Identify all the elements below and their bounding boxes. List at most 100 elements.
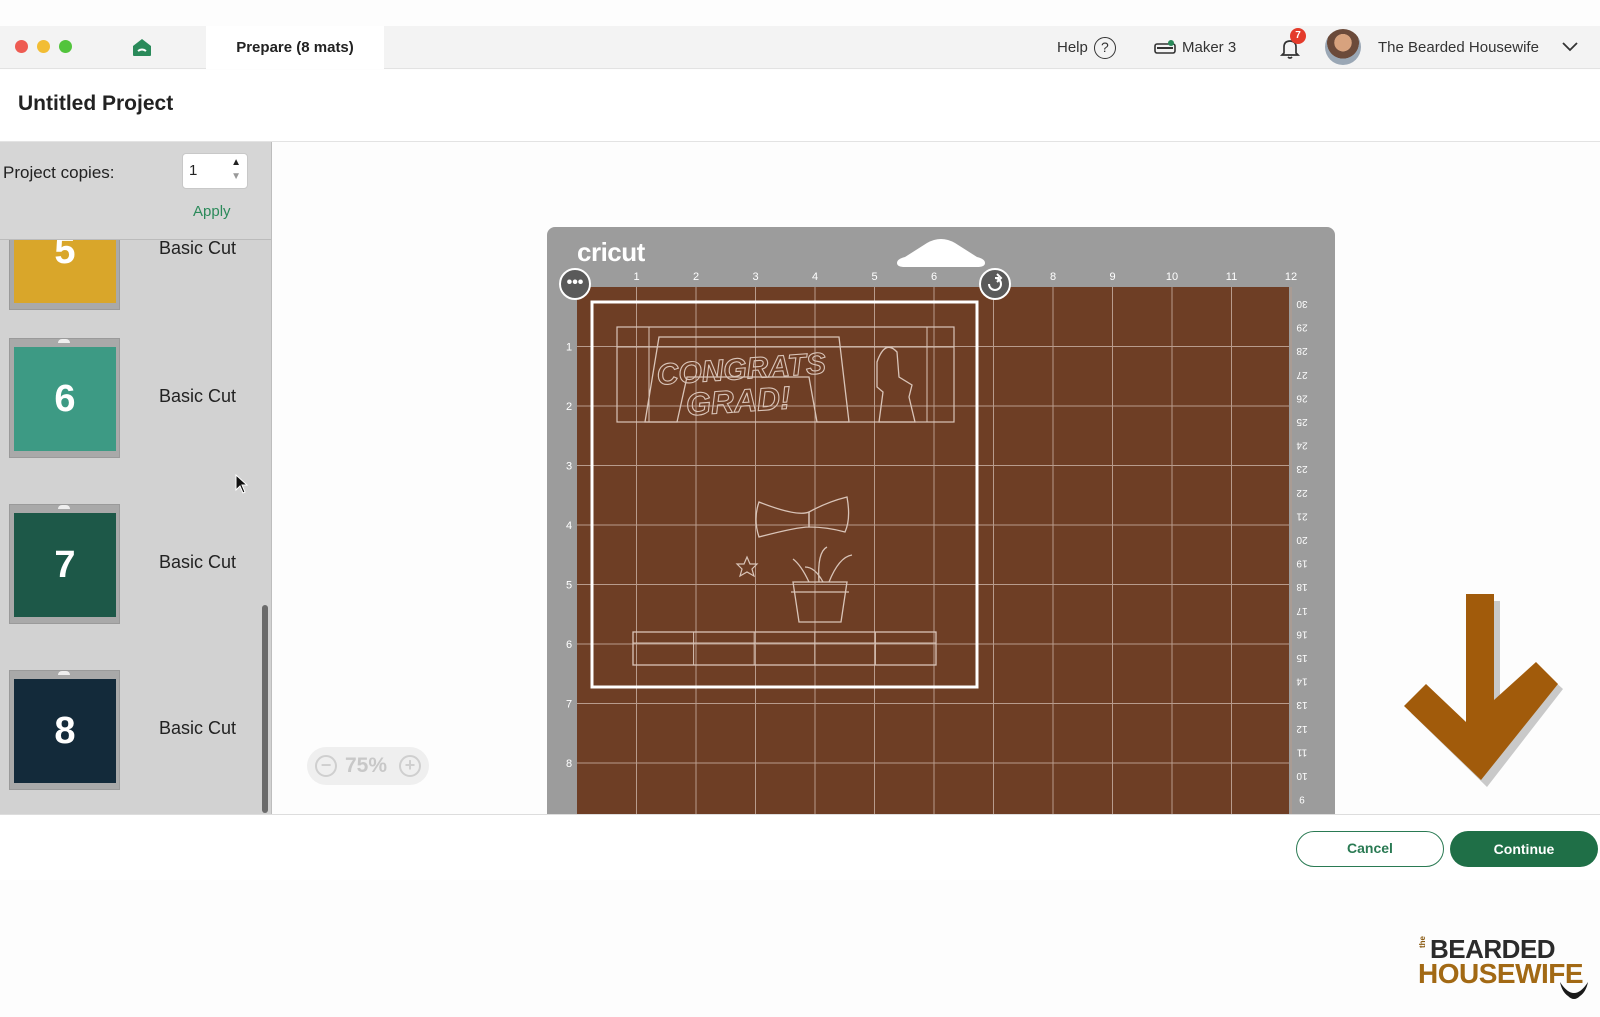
ruler-tick-label: 23 bbox=[1296, 463, 1308, 474]
mat-material-label: Basic Cut bbox=[159, 386, 237, 406]
project-copies-panel: Project copies: 1 ▲ ▼ Apply bbox=[0, 142, 271, 240]
project-title: Untitled Project bbox=[18, 92, 174, 115]
mat-number: 8 bbox=[54, 710, 76, 752]
cutting-mat: cricut 123456789101112123456783029282726… bbox=[547, 227, 1335, 814]
mat-number: 7 bbox=[54, 544, 76, 586]
mat-list-item-8[interactable]: 8 Basic Cut bbox=[0, 670, 262, 800]
sidebar-scrollbar[interactable] bbox=[262, 605, 268, 813]
bearded-housewife-watermark-logo: the BEARDED HOUSEWIFE bbox=[1418, 934, 1588, 1004]
mouse-cursor-icon bbox=[235, 474, 249, 494]
ruler-tick-label: 19 bbox=[1296, 558, 1308, 569]
title-bar: Prepare (8 mats) Help? Maker 3 7 The Bea… bbox=[0, 26, 1600, 69]
mat-thumbnail-fill: 7 bbox=[14, 513, 116, 617]
ruler-tick-label: 7 bbox=[566, 699, 572, 711]
mat-thumbnail-nub bbox=[58, 505, 70, 509]
ruler-tick-label: 11 bbox=[1296, 746, 1307, 757]
ruler-tick-label: 25 bbox=[1296, 416, 1308, 427]
mat-list-item-7[interactable]: 7 Basic Cut bbox=[0, 504, 262, 634]
ruler-tick-label: 3 bbox=[566, 461, 572, 473]
avatar[interactable] bbox=[1325, 29, 1361, 65]
ruler-tick-label: 1 bbox=[566, 342, 572, 354]
minimize-window-button[interactable] bbox=[37, 40, 50, 53]
mat-number: 6 bbox=[54, 378, 76, 420]
ruler-tick-label: 1 bbox=[633, 271, 639, 283]
mat-grid: 1234567891011121234567830292827262524232… bbox=[559, 268, 1308, 814]
mat-list-item-6[interactable]: 6 Basic Cut bbox=[0, 338, 262, 468]
ruler-tick-label: 13 bbox=[1296, 699, 1308, 710]
mat-material-label: Basic Cut bbox=[159, 718, 237, 738]
apply-button[interactable]: Apply bbox=[193, 203, 231, 220]
project-copies-value: 1 bbox=[189, 162, 198, 179]
mat-thumbnail[interactable]: 6 bbox=[9, 338, 120, 458]
ruler-tick-label: 14 bbox=[1296, 676, 1308, 687]
mat-thumbnail-fill: 8 bbox=[14, 679, 116, 783]
more-options-icon: ••• bbox=[567, 274, 584, 291]
ruler-tick-label: 2 bbox=[693, 271, 699, 283]
down-arrow-icon bbox=[1404, 594, 1563, 787]
ruler-tick-label: 17 bbox=[1296, 605, 1308, 616]
help-label: Help bbox=[1057, 39, 1088, 56]
ruler-tick-label: 26 bbox=[1296, 392, 1308, 403]
mats-sidebar: Project copies: 1 ▲ ▼ Apply 5 Basic Cut 6… bbox=[0, 142, 272, 814]
notification-badge: 7 bbox=[1290, 28, 1306, 44]
ruler-tick-label: 4 bbox=[566, 520, 572, 532]
mat-material-label: Basic Cut bbox=[159, 552, 237, 572]
project-header: Untitled Project bbox=[0, 70, 1600, 142]
ruler-tick-label: 6 bbox=[931, 271, 937, 283]
watermark-the: the bbox=[1418, 936, 1427, 948]
maximize-window-button[interactable] bbox=[59, 40, 72, 53]
chevron-down-icon[interactable] bbox=[1562, 42, 1578, 52]
home-icon[interactable] bbox=[130, 36, 154, 58]
ruler-tick-label: 16 bbox=[1296, 628, 1308, 639]
machine-icon bbox=[1154, 40, 1176, 54]
ruler-tick-label: 5 bbox=[566, 580, 572, 592]
ruler-tick-label: 9 bbox=[1109, 271, 1115, 283]
design-text-grad: GRAD! bbox=[685, 379, 792, 422]
ruler-tick-label: 12 bbox=[1285, 271, 1297, 283]
machine-label: Maker 3 bbox=[1182, 39, 1237, 56]
ruler-tick-label: 4 bbox=[812, 271, 818, 283]
ruler-tick-label: 6 bbox=[566, 639, 572, 651]
zoom-value: 75% bbox=[345, 754, 388, 777]
project-copies-label: Project copies: bbox=[3, 163, 115, 182]
mat-thumbnail-fill: 6 bbox=[14, 347, 116, 451]
help-button[interactable]: Help? bbox=[1057, 26, 1116, 69]
ruler-tick-label: 30 bbox=[1296, 298, 1308, 309]
ruler-tick-label: 27 bbox=[1296, 369, 1308, 380]
rotate-button bbox=[979, 268, 1011, 300]
ruler-tick-label: 29 bbox=[1296, 322, 1308, 333]
mat-thumbnail-nub bbox=[58, 671, 70, 675]
ruler-tick-label: 3 bbox=[752, 271, 758, 283]
ruler-tick-label: 9 bbox=[1299, 794, 1305, 805]
ruler-tick-label: 18 bbox=[1296, 581, 1308, 592]
zoom-out-button[interactable]: − bbox=[315, 755, 337, 777]
ruler-tick-label: 20 bbox=[1296, 534, 1308, 545]
zoom-control: − 75% + bbox=[307, 747, 429, 785]
ruler-tick-label: 10 bbox=[1166, 271, 1178, 283]
continue-button[interactable]: Continue bbox=[1450, 831, 1598, 867]
ruler-tick-label: 15 bbox=[1296, 652, 1308, 663]
mat-material-label: Basic Cut bbox=[159, 238, 237, 258]
bottom-action-bar: Cancel Continue bbox=[0, 814, 1600, 880]
user-name[interactable]: The Bearded Housewife bbox=[1378, 26, 1539, 69]
ruler-tick-label: 24 bbox=[1296, 440, 1308, 451]
ruler-tick-label: 2 bbox=[566, 401, 572, 413]
ruler-tick-label: 11 bbox=[1226, 271, 1237, 283]
mat-thumbnail[interactable]: 7 bbox=[9, 504, 120, 624]
project-copies-stepper[interactable]: 1 ▲ ▼ bbox=[182, 153, 248, 189]
ruler-tick-label: 8 bbox=[566, 758, 572, 770]
ruler-tick-label: 22 bbox=[1296, 487, 1308, 498]
mat-thumbnail[interactable]: 8 bbox=[9, 670, 120, 790]
close-window-button[interactable] bbox=[15, 40, 28, 53]
cancel-button[interactable]: Cancel bbox=[1296, 831, 1444, 867]
mat-thumbnail-nub bbox=[58, 339, 70, 343]
tab-prepare[interactable]: Prepare (8 mats) bbox=[206, 26, 384, 69]
zoom-in-button[interactable]: + bbox=[399, 755, 421, 777]
machine-selector[interactable]: Maker 3 bbox=[1154, 26, 1236, 69]
ruler-tick-label: 28 bbox=[1296, 345, 1308, 356]
ruler-tick-label: 5 bbox=[871, 271, 877, 283]
ruler-tick-label: 8 bbox=[1050, 271, 1056, 283]
stepper-arrows-icon[interactable]: ▲ ▼ bbox=[231, 156, 241, 184]
ruler-tick-label: 21 bbox=[1296, 510, 1308, 521]
ruler-tick-label: 10 bbox=[1296, 770, 1308, 781]
